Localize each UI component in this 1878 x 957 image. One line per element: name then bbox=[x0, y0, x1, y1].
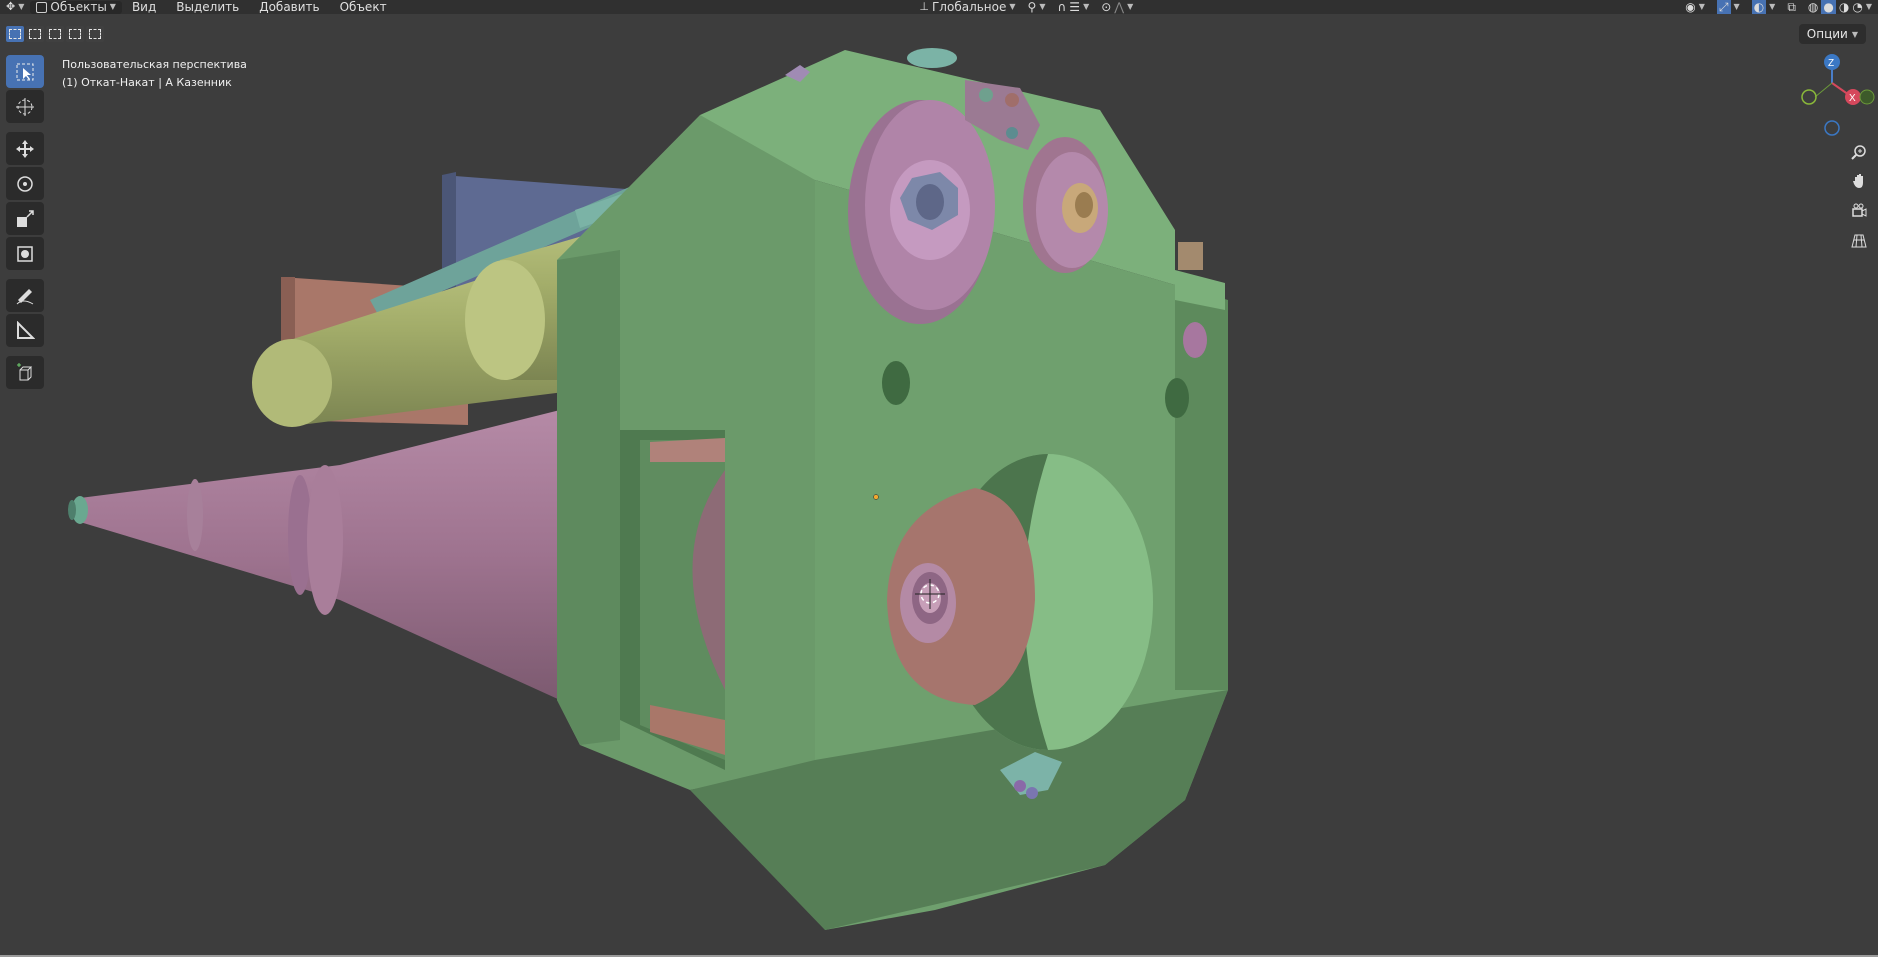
options-label: Опции bbox=[1806, 27, 1848, 41]
object-mode-icon bbox=[36, 1, 48, 13]
transform-orientation-selector[interactable]: ⊥ Глобальное ▼ bbox=[913, 0, 1021, 14]
rendered-shading-icon[interactable]: ◔ bbox=[1852, 0, 1862, 14]
navigation-gizmo[interactable]: Z X bbox=[1790, 50, 1878, 140]
orientation-icon: ⊥ bbox=[919, 0, 929, 13]
snap-toggle[interactable]: ∩ ☰ ▼ bbox=[1052, 0, 1096, 14]
xray-icon: ⧉ bbox=[1787, 0, 1796, 14]
pivot-selector[interactable]: ⚲ ▼ bbox=[1022, 0, 1052, 14]
menu-object[interactable]: Объект bbox=[330, 0, 397, 14]
rotate-tool[interactable] bbox=[6, 167, 44, 200]
camera-view-button[interactable] bbox=[1847, 199, 1871, 223]
gun-barrel bbox=[68, 410, 560, 700]
ruler-icon bbox=[17, 320, 35, 339]
mode-label: Объекты bbox=[50, 0, 107, 14]
move-tool[interactable] bbox=[6, 132, 44, 165]
chevron-down-icon: ▼ bbox=[1127, 2, 1134, 11]
visibility-selector[interactable]: ◉ ▼ bbox=[1679, 0, 1711, 14]
overlay-toggle[interactable]: ◐ ▼ bbox=[1746, 0, 1782, 14]
grid-icon bbox=[1851, 234, 1867, 248]
select-mode-buttons bbox=[6, 26, 104, 42]
chevron-down-icon: ▼ bbox=[1039, 2, 1046, 11]
chevron-down-icon: ▼ bbox=[18, 2, 25, 11]
pencil-icon bbox=[16, 288, 34, 304]
side-hole-left bbox=[882, 361, 910, 405]
viewport-3d[interactable] bbox=[0, 0, 1878, 957]
perspective-toggle-button[interactable] bbox=[1847, 229, 1871, 253]
rotate-icon bbox=[17, 175, 33, 192]
zoom-icon bbox=[1851, 145, 1866, 160]
move-icon bbox=[16, 139, 34, 158]
select-invert-icon[interactable] bbox=[66, 26, 84, 42]
transform-icon bbox=[17, 245, 33, 262]
overlay-icon: ◐ bbox=[1751, 0, 1767, 14]
select-box-tool[interactable] bbox=[6, 55, 44, 88]
cursor-tool[interactable] bbox=[6, 90, 44, 123]
active-object-info: (1) Откат-Накат | А Казенник bbox=[62, 76, 232, 89]
mode-selector[interactable]: Объекты ▼ bbox=[30, 0, 122, 14]
viewport-info: Пользовательская перспектива (1) Откат-Н… bbox=[62, 56, 247, 92]
axis-neg-z-icon[interactable] bbox=[1824, 120, 1840, 136]
options-dropdown[interactable]: Опции ▼ bbox=[1798, 24, 1866, 44]
zoom-view-button[interactable] bbox=[1847, 140, 1871, 164]
gizmo-icon: ⤢ bbox=[1716, 0, 1731, 14]
shading-modes[interactable]: ◍ ● ◑ ◔ ▼ bbox=[1802, 0, 1878, 14]
chevron-down-icon: ▼ bbox=[1865, 2, 1872, 11]
scale-icon bbox=[17, 209, 34, 227]
camera-icon bbox=[1852, 203, 1867, 217]
viewport-header: ✥ ▼ Объекты ▼ Вид Выделить Добавить Объек… bbox=[0, 0, 1878, 14]
orientation-label: Глобальное bbox=[931, 0, 1007, 14]
axis-z-label: Z bbox=[1828, 58, 1834, 69]
object-origin bbox=[873, 494, 879, 500]
select-intersect-icon[interactable] bbox=[86, 26, 104, 42]
select-extend-icon[interactable] bbox=[26, 26, 44, 42]
chevron-down-icon: ▼ bbox=[1083, 2, 1090, 11]
chevron-down-icon: ▼ bbox=[1769, 2, 1776, 11]
solid-shading-icon[interactable]: ● bbox=[1821, 0, 1836, 14]
pivot-icon: ⚲ bbox=[1027, 0, 1037, 14]
add-cube-icon bbox=[17, 362, 33, 380]
chevron-down-icon: ▼ bbox=[1009, 2, 1016, 11]
select-cursor-icon bbox=[16, 63, 34, 80]
view-name: Пользовательская перспектива bbox=[62, 58, 247, 71]
menu-add[interactable]: Добавить bbox=[249, 0, 329, 14]
select-new-icon[interactable] bbox=[6, 26, 24, 42]
editor-type-button[interactable]: ✥ ▼ bbox=[0, 0, 30, 14]
xray-toggle[interactable]: ⧉ bbox=[1781, 0, 1802, 14]
tool-shelf bbox=[6, 55, 44, 389]
chevron-down-icon: ▼ bbox=[1733, 2, 1740, 11]
cursor-icon bbox=[16, 97, 34, 116]
scale-tool[interactable] bbox=[6, 202, 44, 235]
add-cube-tool[interactable] bbox=[6, 356, 44, 389]
side-hole-right bbox=[1165, 378, 1189, 418]
proportional-edit-toggle[interactable]: ⊙ ⋀ ▼ bbox=[1095, 0, 1139, 14]
transform-tool[interactable] bbox=[6, 237, 44, 270]
axis-neg-y-icon[interactable] bbox=[1859, 89, 1875, 105]
measure-tool[interactable] bbox=[6, 314, 44, 347]
menu-view[interactable]: Вид bbox=[122, 0, 166, 14]
annotate-tool[interactable] bbox=[6, 279, 44, 312]
hand-icon bbox=[1853, 174, 1863, 188]
select-subtract-icon[interactable] bbox=[46, 26, 64, 42]
proportional-edit-icon: ⊙ bbox=[1101, 0, 1112, 14]
editor-type-icon: ✥ bbox=[6, 0, 16, 13]
menu-select[interactable]: Выделить bbox=[166, 0, 249, 14]
snap-target-icon: ☰ bbox=[1069, 0, 1081, 14]
axis-y-icon[interactable] bbox=[1801, 89, 1817, 105]
magnet-icon: ∩ bbox=[1057, 0, 1067, 14]
chevron-down-icon: ▼ bbox=[1698, 2, 1705, 11]
gizmo-toggle[interactable]: ⤢ ▼ bbox=[1711, 0, 1746, 14]
material-shading-icon[interactable]: ◑ bbox=[1839, 0, 1849, 14]
wireframe-shading-icon[interactable]: ◍ bbox=[1808, 0, 1818, 14]
chevron-down-icon: ▼ bbox=[109, 2, 116, 11]
breech-window bbox=[620, 430, 725, 770]
eye-icon: ◉ bbox=[1685, 0, 1696, 14]
falloff-icon: ⋀ bbox=[1114, 0, 1125, 14]
axis-x-label: X bbox=[1849, 93, 1856, 104]
chevron-down-icon: ▼ bbox=[1851, 29, 1858, 39]
pan-view-button[interactable] bbox=[1847, 169, 1871, 193]
